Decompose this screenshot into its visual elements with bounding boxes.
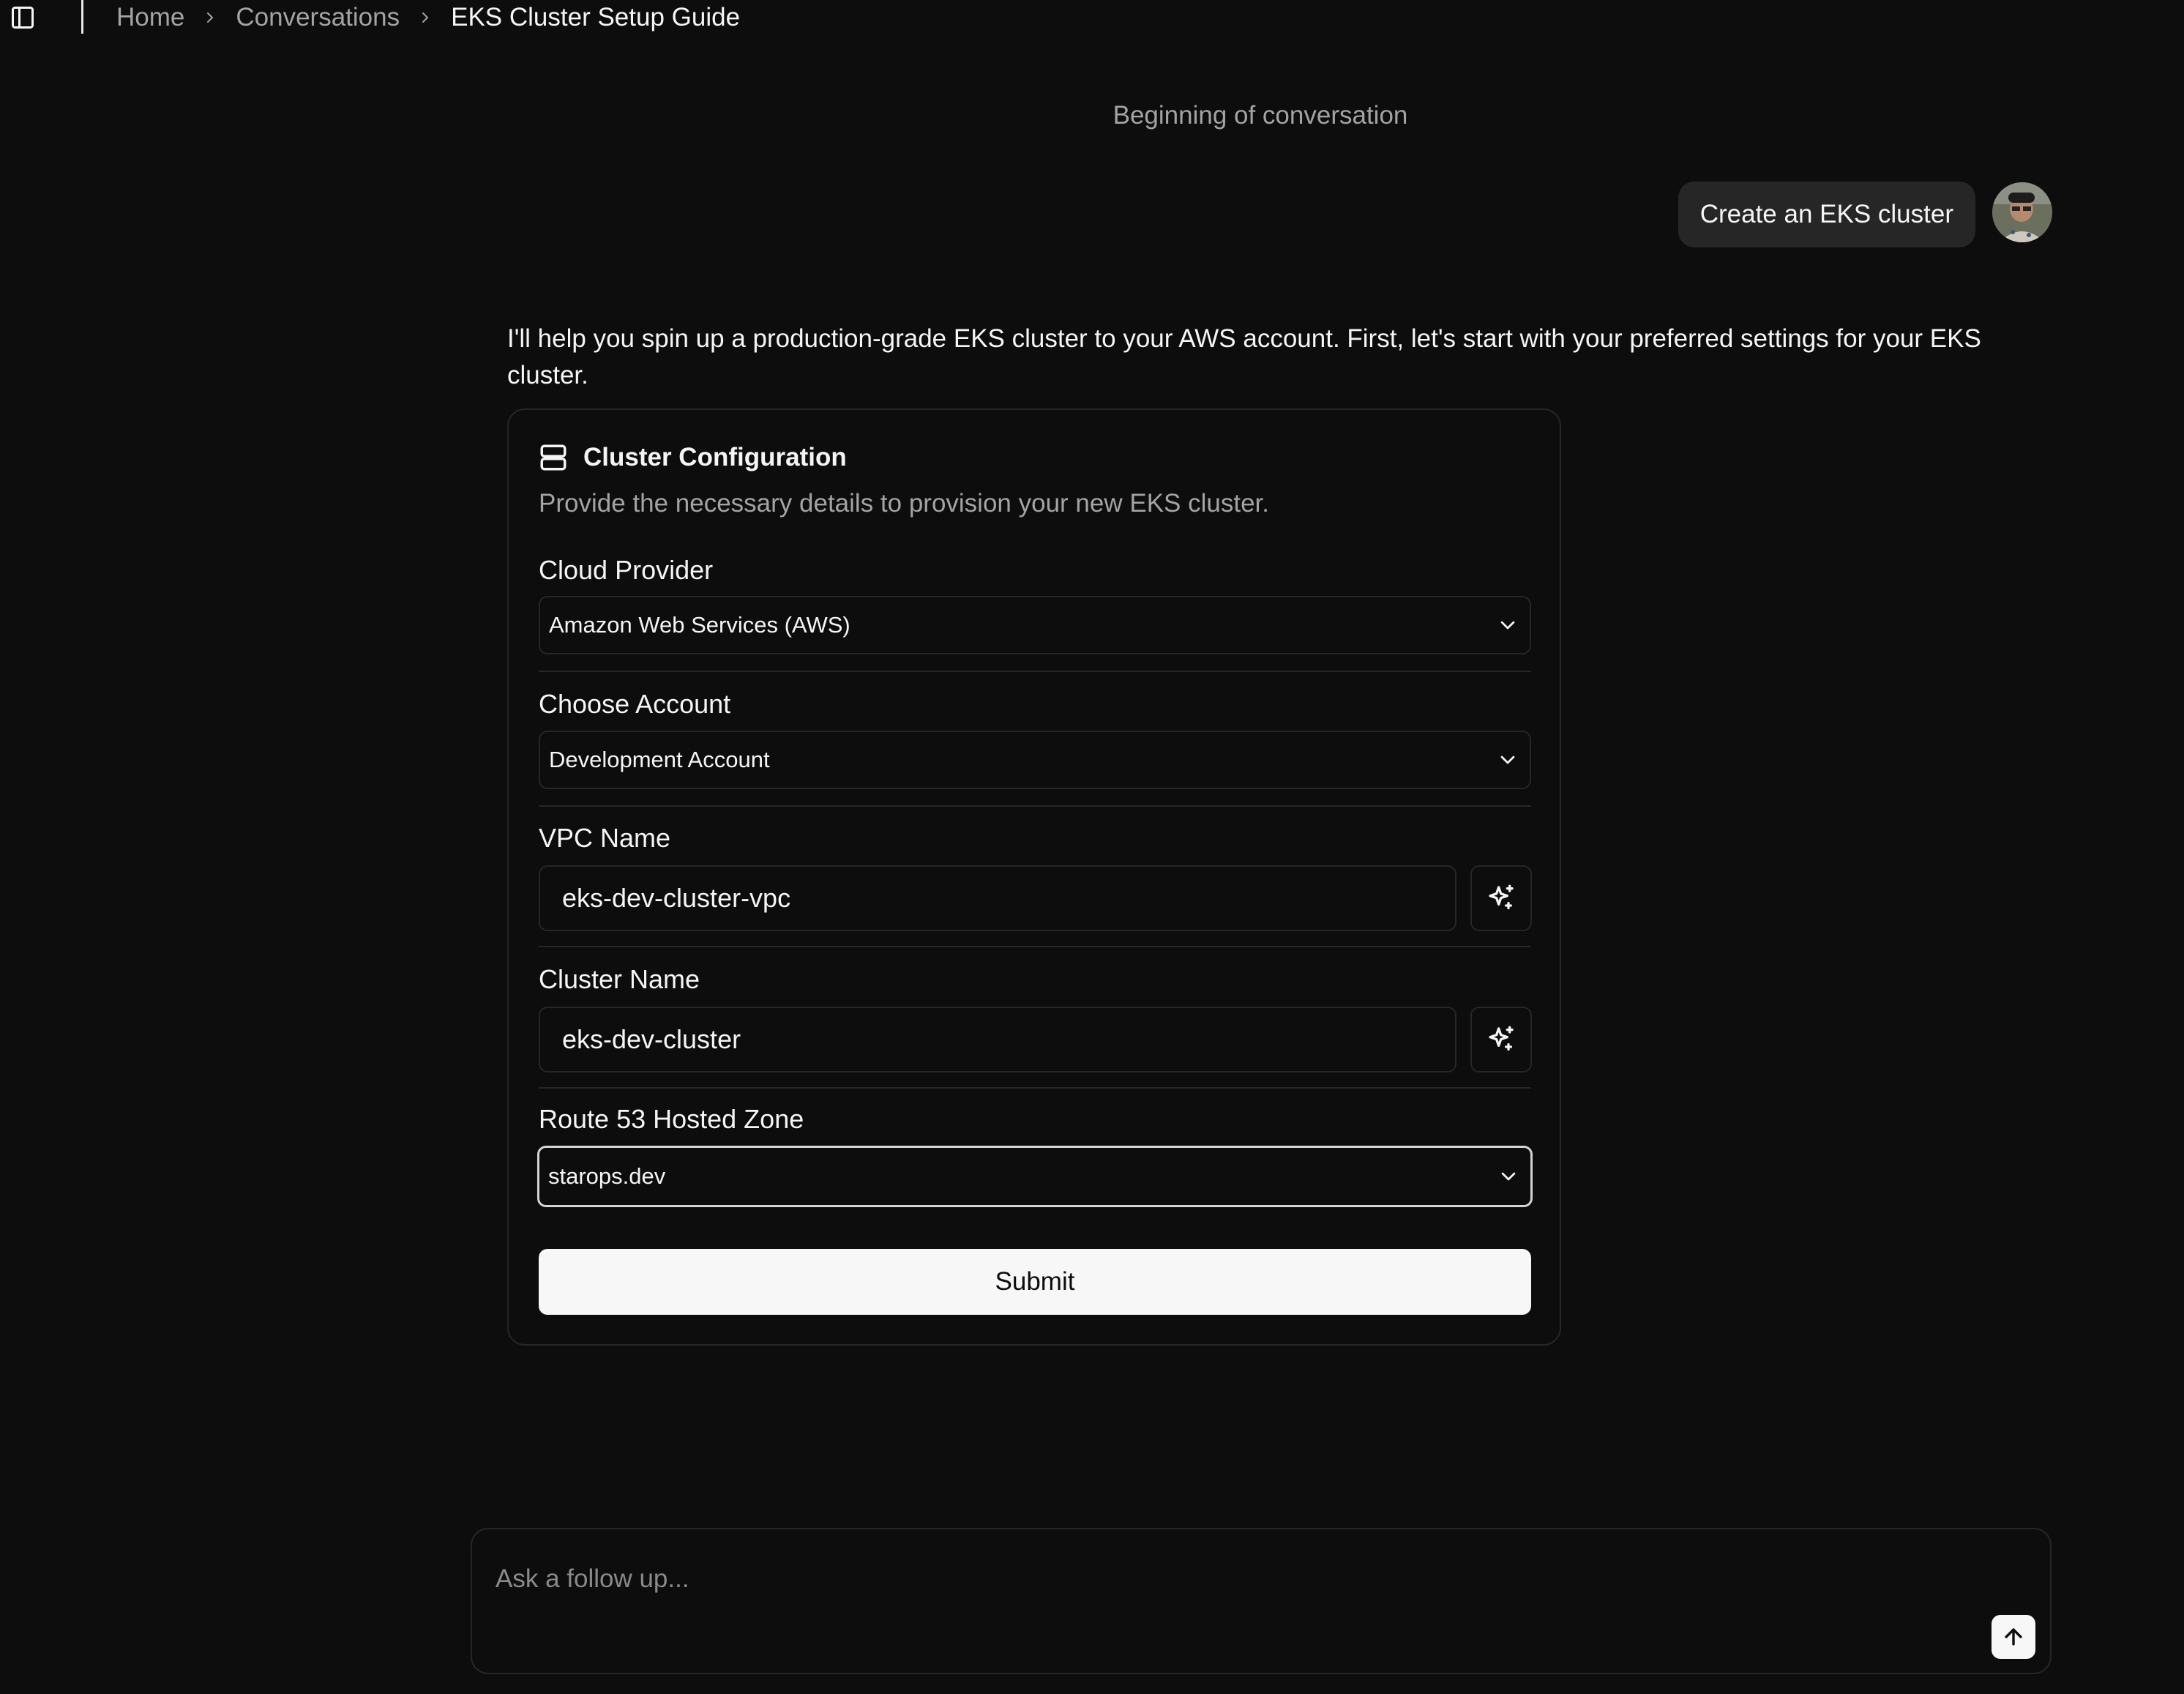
breadcrumb-current-page: EKS Cluster Setup Guide — [451, 3, 741, 31]
sidebar-toggle-button[interactable] — [7, 3, 38, 32]
field-divider — [539, 671, 1531, 672]
breadcrumb: Home Conversations EKS Cluster Setup Gui… — [116, 0, 740, 35]
field-divider — [539, 805, 1531, 807]
chevron-down-icon — [1497, 1165, 1520, 1188]
chat-page: Home Conversations EKS Cluster Setup Gui… — [0, 0, 2184, 1694]
account-value: Development Account — [549, 747, 770, 772]
card-description: Provide the necessary details to provisi… — [539, 489, 1269, 518]
card-header: Cluster Configuration — [538, 442, 847, 473]
chevron-right-icon — [400, 9, 451, 26]
cloud-provider-value: Amazon Web Services (AWS) — [549, 612, 850, 638]
breadcrumb-home[interactable]: Home — [116, 3, 184, 32]
sparkles-icon — [1489, 1026, 1514, 1051]
vpc-name-input[interactable] — [539, 865, 1456, 931]
account-select[interactable]: Development Account — [539, 731, 1531, 789]
chevron-down-icon — [1496, 748, 1519, 772]
hosted-zone-value: starops.dev — [548, 1163, 666, 1189]
breadcrumb-conversations[interactable]: Conversations — [236, 3, 400, 32]
follow-up-input[interactable] — [494, 1557, 1958, 1601]
account-label: Choose Account — [539, 689, 731, 719]
hosted-zone-label: Route 53 Hosted Zone — [539, 1104, 804, 1134]
field-divider — [539, 1087, 1531, 1089]
assistant-message-text: I'll help you spin up a production-grade… — [507, 324, 1981, 389]
chevron-right-icon — [184, 9, 236, 26]
cluster-name-label: Cluster Name — [539, 964, 700, 994]
server-icon — [538, 442, 569, 473]
vpc-name-label: VPC Name — [539, 823, 671, 853]
field-divider — [539, 946, 1531, 947]
cluster-config-card: Cluster Configuration Provide the necess… — [507, 408, 1561, 1346]
generate-vpc-name-button[interactable] — [1470, 865, 1532, 931]
submit-button[interactable]: Submit — [539, 1249, 1531, 1315]
cloud-provider-label: Cloud Provider — [539, 555, 714, 585]
sidebar-toggle-icon — [12, 7, 34, 29]
user-message-text: Create an EKS cluster — [1699, 200, 1953, 228]
conversation-start-label: Beginning of conversation — [0, 101, 2184, 130]
chevron-down-icon — [1496, 613, 1519, 637]
cloud-provider-select[interactable]: Amazon Web Services (AWS) — [539, 596, 1531, 654]
topbar-divider — [81, 0, 83, 34]
top-bar: Home Conversations EKS Cluster Setup Gui… — [0, 0, 2184, 37]
hosted-zone-select[interactable]: starops.dev — [537, 1146, 1533, 1207]
avatar — [1992, 182, 2052, 242]
generate-cluster-name-button[interactable] — [1470, 1007, 1532, 1072]
send-button[interactable] — [1992, 1615, 2035, 1659]
user-message-bubble: Create an EKS cluster — [1678, 182, 1975, 247]
user-avatar-image — [1992, 182, 2052, 242]
card-title: Cluster Configuration — [583, 443, 847, 471]
arrow-up-icon — [2005, 1628, 2022, 1646]
sparkles-icon — [1489, 884, 1514, 909]
cluster-name-input[interactable] — [539, 1007, 1456, 1072]
message-composer — [471, 1528, 2052, 1674]
conversation-start-text: Beginning of conversation — [1112, 101, 1408, 130]
